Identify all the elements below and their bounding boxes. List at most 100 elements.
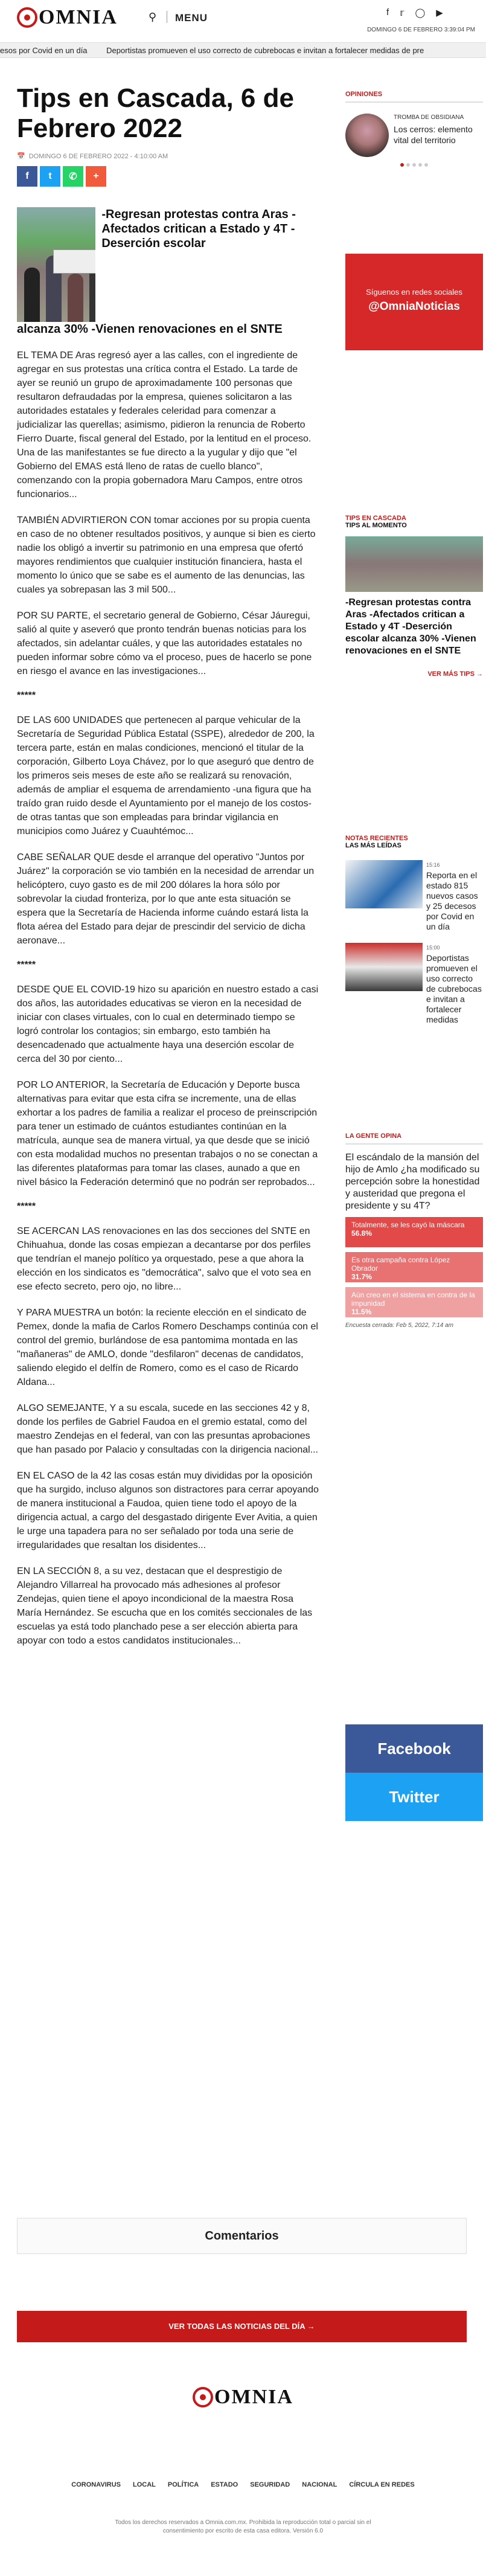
share-whatsapp-icon[interactable]: ✆ (63, 166, 83, 187)
carousel-dot[interactable] (424, 163, 428, 167)
site-logo[interactable]: OMNIA (17, 6, 118, 29)
header-social: f 𝕣 ◯ ▶ (386, 7, 443, 18)
ticker-item[interactable]: esos por Covid en un día (0, 46, 88, 55)
poll-option-label: Es otra campaña contra López Obrador (351, 1256, 450, 1273)
article-paragraph: DESDE QUE EL COVID-19 hizo su aparición … (17, 984, 319, 1064)
share-more-icon[interactable]: + (86, 166, 106, 187)
opinion-widget: OPINIONES TROMBA DE OBSIDIANA Los cerros… (345, 91, 483, 167)
recent-subheader: LAS MÁS LEÍDAS (345, 842, 401, 849)
tips-summary[interactable]: -Regresan protestas contra Aras -Afectad… (345, 597, 483, 657)
article-paragraph: CABE SEÑALAR QUE desde el arranque del o… (17, 852, 315, 946)
article-paragraph: EL TEMA DE Aras regresó ayer a las calle… (17, 350, 312, 499)
carousel-dot[interactable] (418, 163, 422, 167)
article: Tips en Cascada, 6 de Febrero 2022 📅 DOM… (17, 60, 319, 1648)
share-facebook-icon[interactable]: f (17, 166, 37, 187)
footer-copyright: Todos los derechos reservados a Omnia.co… (0, 2519, 486, 2536)
article-paragraph: EN EL CASO de la 42 las cosas están muy … (17, 1471, 319, 1550)
recent-thumb (345, 943, 423, 991)
footer-nav: CORONAVIRUS LOCAL POLÍTICA ESTADO SEGURI… (0, 2481, 486, 2488)
article-paragraph: SE ACERCAN LAS renovaciones en las dos s… (17, 1226, 312, 1292)
separator: ***** (17, 960, 36, 970)
recent-time: 15:16 (426, 862, 440, 868)
logo-text: OMNIA (39, 6, 118, 28)
article-date: DOMINGO 6 DE FEBRERO 2022 - 4:10:00 AM (28, 152, 168, 160)
poll-option[interactable]: Aún creo en el sistema en contra de la i… (345, 1287, 483, 1317)
carousel-dot[interactable] (406, 163, 410, 167)
poll-widget: LA GENTE OPINA El escándalo de la mansió… (345, 1132, 483, 1329)
twitter-icon[interactable]: 𝕣 (400, 7, 404, 18)
footer-link[interactable]: ESTADO (211, 2481, 238, 2488)
footer-link[interactable]: SEGURIDAD (250, 2481, 290, 2488)
logo-mark (17, 7, 37, 28)
lead-summary-cont: alcanza 30% -Vienen renovaciones en el S… (17, 323, 283, 336)
more-tips-link[interactable]: VER MÁS TIPS → (345, 670, 483, 678)
see-all-section: VER TODAS LAS NOTICIAS DEL DÍA → (0, 2311, 486, 2345)
poll-header: LA GENTE OPINA (345, 1132, 483, 1145)
article-paragraph: POR LO ANTERIOR, la Secretaría de Educac… (17, 1080, 318, 1187)
tips-header: TIPS EN CASCADA (345, 515, 406, 522)
article-paragraph: DE LAS 600 UNIDADES que pertenecen al pa… (17, 715, 315, 837)
separator: ***** (17, 1201, 36, 1212)
poll-option-pct: 56.8% (351, 1229, 372, 1238)
poll-option[interactable]: Totalmente, se les cayó la máscara 56.8% (345, 1217, 483, 1247)
poll-option-label: Totalmente, se les cayó la máscara (351, 1221, 465, 1229)
footer-link[interactable]: LOCAL (133, 2481, 156, 2488)
footer-link[interactable]: POLÍTICA (168, 2481, 199, 2488)
separator: ***** (17, 690, 36, 701)
article-paragraph: ALGO SEMEJANTE, Y a su escala, sucede en… (17, 1403, 318, 1455)
recent-time: 15:00 (426, 945, 440, 951)
instagram-icon[interactable]: ◯ (415, 7, 425, 18)
search-icon[interactable]: ⚲ (149, 11, 156, 24)
poll-footnote: Encuesta cerrada: Feb 5, 2022, 7:14 am (345, 1322, 453, 1329)
tips-image[interactable] (345, 536, 483, 592)
article-lead: -Regresan protestas contra Aras -Afectad… (17, 207, 319, 322)
recent-header: NOTAS RECIENTES (345, 835, 408, 842)
facebook-icon[interactable]: f (386, 7, 389, 18)
see-all-news-button[interactable]: VER TODAS LAS NOTICIAS DEL DÍA → (17, 2311, 467, 2342)
footer-logo[interactable]: OMNIA (193, 2386, 293, 2409)
logo-mark (193, 2387, 214, 2407)
copyright-line: Todos los derechos reservados a Omnia.co… (115, 2519, 371, 2526)
recent-item[interactable]: 15:00 Deportistas promueven el uso corre… (345, 943, 483, 1025)
poll-option-label: Aún creo en el sistema en contra de la i… (351, 1291, 475, 1308)
header-date: DOMINGO 6 DE FEBRERO 3:39:04 PM (367, 27, 475, 33)
instagram-banner[interactable]: Síguenos en redes sociales @OmniaNoticia… (345, 254, 483, 350)
article-paragraph: POR SU PARTE, el secretario general de G… (17, 611, 312, 676)
article-image (17, 207, 96, 322)
recent-thumb (345, 860, 423, 908)
footer-link[interactable]: CORONAVIRUS (71, 2481, 121, 2488)
twitter-button[interactable]: Twitter (345, 1773, 483, 1821)
recent-widget: NOTAS RECIENTES LAS MÁS LEÍDAS 15:16 Rep… (345, 835, 483, 1025)
article-paragraph: EN LA SECCIÓN 8, a su vez, destacan que … (17, 1566, 313, 1646)
footer-link[interactable]: NACIONAL (302, 2481, 337, 2488)
carousel-dot[interactable] (400, 163, 404, 167)
copyright-line: consentimiento por escrito de esta casa … (162, 2528, 324, 2534)
lead-summary: -Regresan protestas contra Aras -Afectad… (101, 208, 296, 250)
news-ticker: esos por Covid en un día Deportistas pro… (0, 42, 486, 58)
poll-option-pct: 31.7% (351, 1273, 372, 1281)
opinion-title[interactable]: Los cerros: elemento vital del territori… (394, 124, 483, 146)
youtube-icon[interactable]: ▶ (436, 7, 443, 18)
recent-title: Reporta en el estado 815 nuevos casos y … (426, 870, 478, 931)
tips-subheader: TIPS AL MOMENTO (345, 522, 407, 529)
ticker-item[interactable]: Deportistas promueven el uso correcto de… (106, 46, 424, 55)
article-paragraph: Y PARA MUESTRA un botón: la reciente ele… (17, 1308, 318, 1387)
recent-item[interactable]: 15:16 Reporta en el estado 815 nuevos ca… (345, 860, 483, 932)
site-header: OMNIA ⚲ MENU f 𝕣 ◯ ▶ DOMINGO 6 DE FEBRER… (0, 0, 486, 42)
opinion-card[interactable]: TROMBA DE OBSIDIANA Los cerros: elemento… (345, 114, 483, 157)
poll-option[interactable]: Es otra campaña contra López Obrador 31.… (345, 1252, 483, 1282)
recent-title: Deportistas promueven el uso correcto de… (426, 953, 482, 1024)
comments-section[interactable]: Comentarios (17, 2218, 467, 2254)
ig-handle: @OmniaNoticias (368, 300, 460, 313)
facebook-button[interactable]: Facebook (345, 1724, 483, 1773)
share-buttons: f t ✆ + (17, 166, 319, 187)
footer-link[interactable]: CÍRCULA EN REDES (349, 2481, 414, 2488)
share-twitter-icon[interactable]: t (40, 166, 60, 187)
article-paragraph: TAMBIÉN ADVIRTIERON CON tomar acciones p… (17, 515, 316, 595)
opinion-header: OPINIONES (345, 91, 483, 103)
ig-subtitle: Síguenos en redes sociales (366, 287, 462, 297)
menu-button[interactable]: MENU (175, 12, 208, 24)
poll-question: El escándalo de la mansión del hijo de A… (345, 1152, 480, 1211)
carousel-dot[interactable] (412, 163, 416, 167)
carousel-dots (345, 163, 483, 167)
